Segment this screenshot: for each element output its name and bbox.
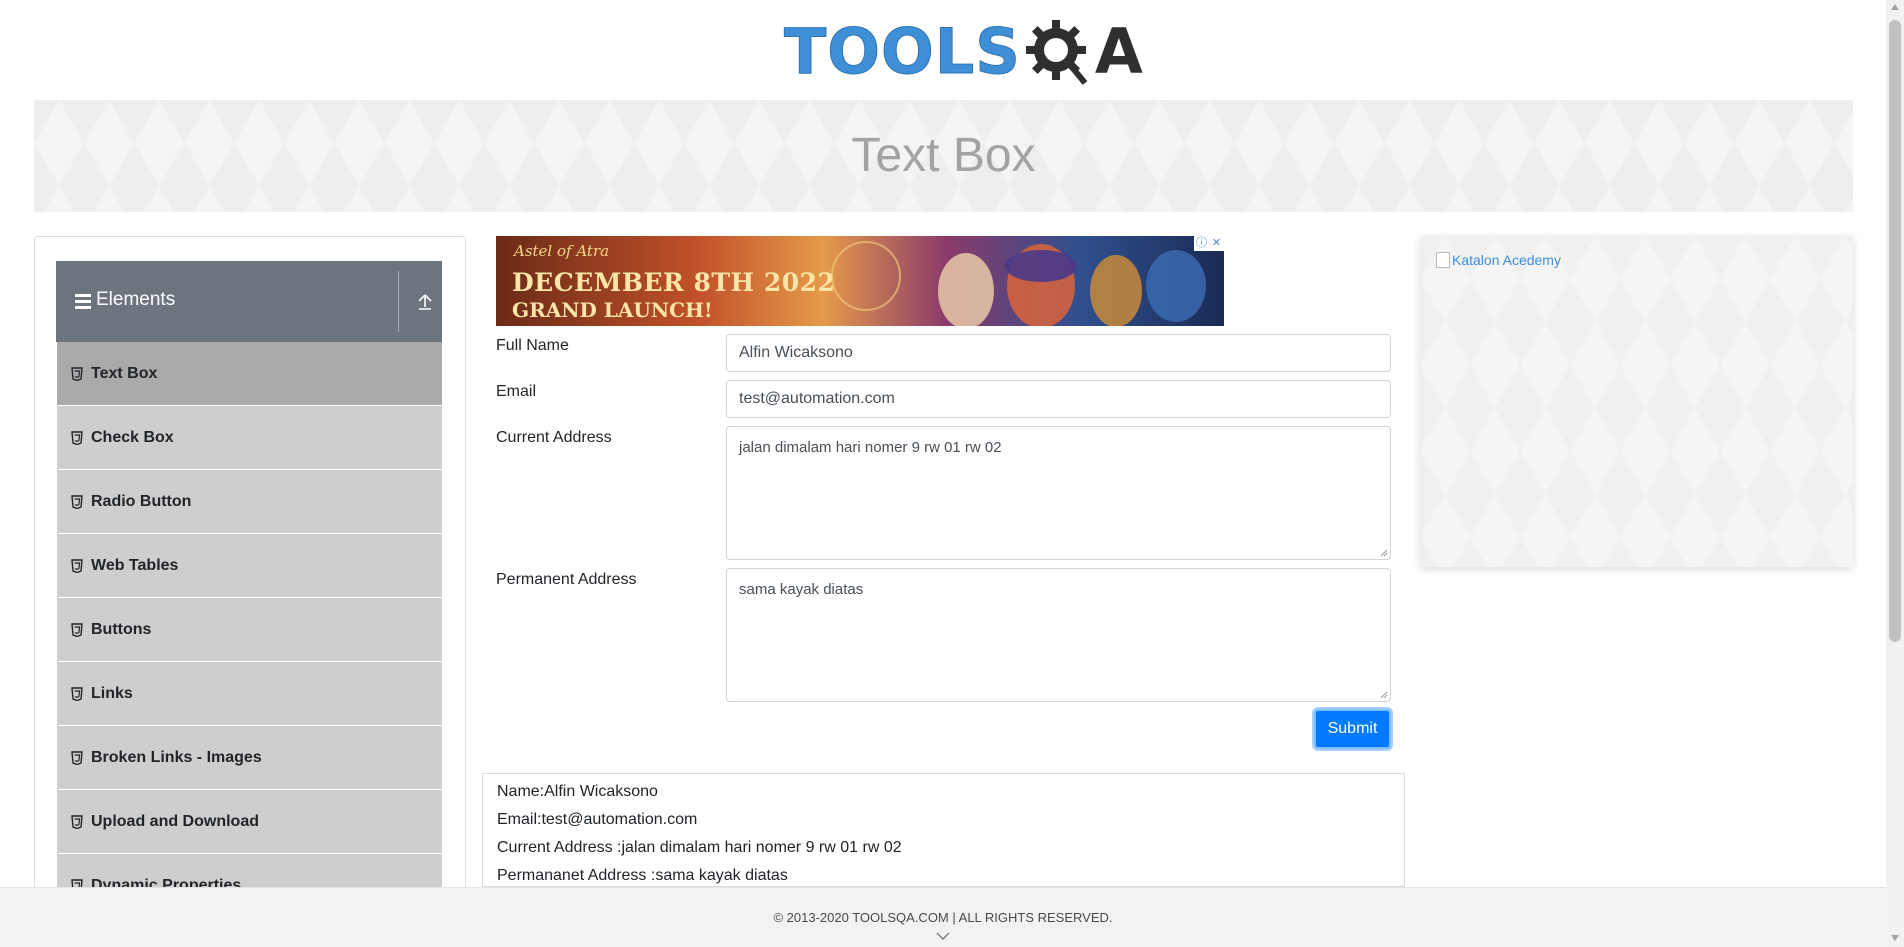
ad-artwork [831, 241, 1206, 326]
sidebar-item-upload-and-download[interactable]: Upload and Download [56, 790, 442, 854]
email-row: Email test@automation.com [496, 380, 1391, 418]
sidebar-item-label: Check Box [91, 428, 174, 446]
email-label: Email [496, 383, 537, 400]
katalon-ad-link[interactable]: Katalon Acedemy [1436, 252, 1561, 268]
sidebar-item-broken-links-images[interactable]: Broken Links - Images [56, 726, 442, 790]
permanent-address-textarea[interactable]: sama kayak diatas [726, 568, 1391, 702]
output-box: Name:Alfin Wicaksono Email:test@automati… [482, 773, 1405, 887]
resize-handle-icon[interactable] [1380, 691, 1388, 699]
page: TOOLS A Text Box Elements Text Box Check… [0, 0, 1904, 947]
full-name-input[interactable]: Alfin Wicaksono [726, 334, 1391, 372]
left-sidebar: Elements Text Box Check Box Radio Button… [34, 236, 466, 947]
ad-info-icon[interactable]: ⓘ [1194, 236, 1209, 251]
html-icon [71, 814, 83, 829]
output-permanent-address: Permananet Address :sama kayak diatas [497, 867, 788, 884]
email-input[interactable]: test@automation.com [726, 380, 1391, 418]
page-title: Text Box [851, 129, 1036, 182]
close-icon[interactable]: ✕ [1209, 236, 1224, 251]
elements-menu: Text Box Check Box Radio Button Web Tabl… [56, 342, 442, 918]
collapse-arrow-icon[interactable] [417, 293, 433, 311]
html-icon [71, 366, 83, 381]
advertisement-banner[interactable]: Astel of Atra DECEMBER 8TH 2022 GRAND LA… [496, 236, 1224, 326]
sidebar-item-label: Radio Button [91, 492, 192, 510]
output-current-address: Current Address :jalan dimalam hari nome… [497, 839, 902, 856]
hamburger-icon [75, 294, 91, 309]
sidebar-item-label: Web Tables [91, 556, 179, 574]
gear-icon [1025, 20, 1088, 85]
sidebar-item-check-box[interactable]: Check Box [56, 406, 442, 470]
toolsqa-logo[interactable]: TOOLS A [784, 14, 1144, 90]
katalon-ad-alt-text: Katalon Acedemy [1452, 252, 1561, 268]
full-name-label: Full Name [496, 337, 569, 354]
current-address-label: Current Address [496, 429, 612, 446]
sidebar-item-label: Buttons [91, 620, 152, 638]
sidebar-item-web-tables[interactable]: Web Tables [56, 534, 442, 598]
full-name-row: Full Name Alfin Wicaksono [496, 334, 1391, 372]
sidebar-item-radio-button[interactable]: Radio Button [56, 470, 442, 534]
current-address-value: jalan dimalam hari nomer 9 rw 01 rw 02 [739, 439, 1002, 456]
ad-controls: ⓘ ✕ [1194, 236, 1224, 251]
right-ad-panel: Katalon Acedemy [1420, 236, 1853, 567]
current-address-row: Current Address jalan dimalam hari nomer… [496, 426, 1391, 560]
ad-brand: Astel of Atra [514, 242, 610, 260]
html-icon [71, 558, 83, 573]
scrollbar-thumb[interactable] [1889, 20, 1901, 642]
permanent-address-value: sama kayak diatas [739, 581, 864, 598]
logo-qa-text: A [1021, 17, 1144, 87]
divider [398, 271, 399, 332]
logo-a-text: A [1094, 15, 1144, 88]
html-icon [71, 494, 83, 509]
page-scrollbar[interactable] [1886, 0, 1904, 947]
ad-headline: DECEMBER 8TH 2022 [512, 268, 836, 297]
group-title: Elements [96, 289, 176, 310]
sidebar-item-label: Text Box [91, 364, 158, 382]
sidebar-item-buttons[interactable]: Buttons [56, 598, 442, 662]
html-icon [71, 430, 83, 445]
footer: © 2013-2020 TOOLSQA.COM | ALL RIGHTS RES… [0, 887, 1886, 947]
sidebar-item-label: Broken Links - Images [91, 748, 262, 766]
scroll-up-arrow-icon[interactable] [1891, 4, 1899, 10]
submit-button[interactable]: Submit [1314, 709, 1391, 749]
html-icon [71, 686, 83, 701]
html-icon [71, 750, 83, 765]
sidebar-item-label: Links [91, 684, 133, 702]
ad-subheadline: GRAND LAUNCH! [512, 298, 713, 322]
page-banner: Text Box [34, 100, 1853, 212]
resize-handle-icon[interactable] [1380, 549, 1388, 557]
output-name: Name:Alfin Wicaksono [497, 783, 658, 800]
sidebar-item-label: Upload and Download [91, 812, 259, 830]
chevron-down-icon[interactable] [936, 932, 950, 940]
permanent-address-row: Permanent Address sama kayak diatas [496, 568, 1391, 702]
sidebar-item-links[interactable]: Links [56, 662, 442, 726]
broken-image-icon [1436, 252, 1450, 268]
html-icon [71, 622, 83, 637]
current-address-textarea[interactable]: jalan dimalam hari nomer 9 rw 01 rw 02 [726, 426, 1391, 560]
sidebar-item-text-box[interactable]: Text Box [56, 342, 442, 406]
elements-group-header[interactable]: Elements [56, 261, 442, 342]
footer-copyright: © 2013-2020 TOOLSQA.COM | ALL RIGHTS RES… [773, 910, 1113, 925]
output-email: Email:test@automation.com [497, 811, 698, 828]
logo-tools-text: TOOLS [784, 15, 1021, 88]
scroll-down-arrow-icon[interactable] [1891, 935, 1899, 941]
permanent-address-label: Permanent Address [496, 571, 637, 588]
